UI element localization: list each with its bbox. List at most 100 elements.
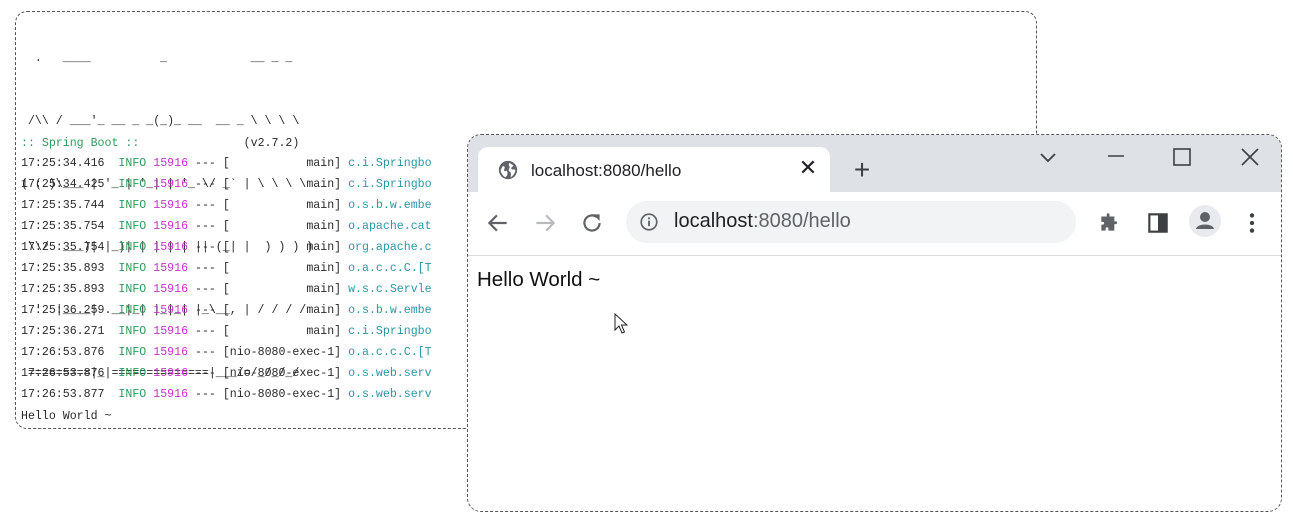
- url-text: localhost:8080/hello: [674, 210, 851, 233]
- log-row: 17:25:35.754 INFO 15916 --- [ main] org.…: [21, 237, 432, 258]
- url-path: :8080/hello: [752, 210, 851, 232]
- log-level: INFO: [118, 304, 147, 317]
- maximize-icon[interactable]: [1170, 145, 1194, 169]
- log-thread: [ main]: [222, 283, 342, 296]
- log-time: 17:25:34.416: [21, 157, 105, 170]
- chevron-down-icon[interactable]: [1036, 145, 1060, 169]
- log-row: 17:26:53.876 INFO 15916 --- [nio-8080-ex…: [21, 342, 432, 363]
- log-level: INFO: [118, 241, 147, 254]
- log-logger: c.i.Springbo: [348, 325, 432, 338]
- browser-window: localhost:8080/hello ✕ + localhost:8080/…: [467, 134, 1282, 512]
- tab-active[interactable]: localhost:8080/hello ✕: [478, 147, 830, 193]
- browser-toolbar: localhost:8080/hello: [468, 192, 1281, 256]
- log-thread: [ main]: [222, 304, 342, 317]
- boot-version: (v2.7.2): [243, 137, 300, 150]
- log-row: 17:25:35.893 INFO 15916 --- [ main] w.s.…: [21, 279, 432, 300]
- side-panel-icon[interactable]: [1145, 210, 1171, 236]
- log-separator: ---: [195, 388, 216, 401]
- tab-title: localhost:8080/hello: [531, 161, 682, 180]
- log-row: 17:25:36.271 INFO 15916 --- [ main] c.i.…: [21, 321, 432, 342]
- log-time: 17:26:53.877: [21, 388, 105, 401]
- extensions-icon[interactable]: [1097, 210, 1123, 236]
- page-content: Hello World ~: [468, 256, 1281, 511]
- log-level: INFO: [118, 220, 147, 233]
- log-logger: o.s.b.w.embe: [348, 199, 432, 212]
- log-logger: org.apache.c: [348, 241, 432, 254]
- log-time: 17:26:53.876: [21, 346, 105, 359]
- log-level: INFO: [118, 262, 147, 275]
- log-pid: 15916: [153, 157, 189, 170]
- banner-line: /\\ / ___'_ __ _ _(_)_ __ __ _ \ \ \ \: [21, 115, 300, 128]
- plus-icon[interactable]: +: [848, 156, 876, 185]
- log-level: INFO: [118, 157, 147, 170]
- log-logger: c.i.Springbo: [348, 157, 432, 170]
- log-separator: ---: [195, 262, 216, 275]
- log-row: 17:25:34.416 INFO 15916 --- [ main] c.i.…: [21, 153, 432, 174]
- console-output: Hello World ~: [21, 410, 112, 423]
- window-close-icon[interactable]: [1238, 145, 1262, 169]
- log-row: 17:26:53.876 INFO 15916 --- [nio-8080-ex…: [21, 363, 432, 384]
- log-separator: ---: [195, 283, 216, 296]
- log-thread: [ main]: [222, 178, 342, 191]
- banner-line: . ____ _ __ _ _: [21, 52, 293, 65]
- forward-arrow-icon[interactable]: [532, 210, 558, 236]
- log-level: INFO: [118, 388, 147, 401]
- log-time: 17:25:35.744: [21, 199, 105, 212]
- log-logger: o.s.b.w.embe: [348, 304, 432, 317]
- log-pid: 15916: [153, 241, 189, 254]
- log-level: INFO: [118, 283, 147, 296]
- log-time: 17:25:34.425: [21, 178, 105, 191]
- profile-icon[interactable]: [1189, 205, 1221, 237]
- log-thread: [nio-8080-exec-1]: [222, 346, 342, 359]
- log-thread: [ main]: [222, 241, 342, 254]
- log-row: 17:25:36.259 INFO 15916 --- [ main] o.s.…: [21, 300, 432, 321]
- log-separator: ---: [195, 220, 216, 233]
- log-row: 17:26:53.877 INFO 15916 --- [nio-8080-ex…: [21, 384, 432, 405]
- log-lines: 17:25:34.416 INFO 15916 --- [ main] c.i.…: [21, 153, 432, 405]
- log-pid: 15916: [153, 304, 189, 317]
- log-logger: o.s.web.serv: [348, 367, 432, 380]
- log-level: INFO: [118, 367, 147, 380]
- log-time: 17:25:36.259: [21, 304, 105, 317]
- url-host: localhost: [674, 210, 753, 232]
- tab-strip: localhost:8080/hello ✕ +: [468, 135, 1281, 193]
- mouse-cursor-icon: [614, 313, 628, 334]
- log-pid: 15916: [153, 346, 189, 359]
- globe-icon: [498, 160, 518, 180]
- log-separator: ---: [195, 304, 216, 317]
- log-separator: ---: [195, 199, 216, 212]
- reload-icon[interactable]: [579, 210, 605, 236]
- info-icon[interactable]: [638, 211, 660, 233]
- log-level: INFO: [118, 199, 147, 212]
- log-level: INFO: [118, 346, 147, 359]
- log-thread: [ main]: [222, 262, 342, 275]
- log-thread: [ main]: [222, 157, 342, 170]
- minimize-icon[interactable]: [1104, 145, 1128, 169]
- page-body-text: Hello World ~: [477, 268, 601, 291]
- more-vert-icon[interactable]: [1239, 210, 1265, 236]
- log-level: INFO: [118, 325, 147, 338]
- log-time: 17:25:35.893: [21, 283, 105, 296]
- log-logger: o.apache.cat: [348, 220, 432, 233]
- log-separator: ---: [195, 346, 216, 359]
- log-pid: 15916: [153, 199, 189, 212]
- close-icon[interactable]: ✕: [796, 156, 820, 180]
- address-bar[interactable]: localhost:8080/hello: [626, 201, 1076, 243]
- log-logger: c.i.Springbo: [348, 178, 432, 191]
- spring-boot-version-line: :: Spring Boot :: (v2.7.2): [21, 133, 299, 154]
- log-pid: 15916: [153, 283, 189, 296]
- log-pid: 15916: [153, 262, 189, 275]
- log-row: 17:25:35.754 INFO 15916 --- [ main] o.ap…: [21, 216, 432, 237]
- log-pid: 15916: [153, 367, 189, 380]
- log-logger: o.a.c.c.C.[T: [348, 262, 432, 275]
- boot-label: :: Spring Boot ::: [21, 137, 140, 150]
- log-row: 17:25:34.425 INFO 15916 --- [ main] c.i.…: [21, 174, 432, 195]
- log-time: 17:26:53.876: [21, 367, 105, 380]
- log-pid: 15916: [153, 325, 189, 338]
- log-thread: [nio-8080-exec-1]: [222, 388, 342, 401]
- log-thread: [nio-8080-exec-1]: [222, 367, 342, 380]
- log-pid: 15916: [153, 388, 189, 401]
- back-arrow-icon[interactable]: [485, 210, 511, 236]
- log-separator: ---: [195, 241, 216, 254]
- log-separator: ---: [195, 178, 216, 191]
